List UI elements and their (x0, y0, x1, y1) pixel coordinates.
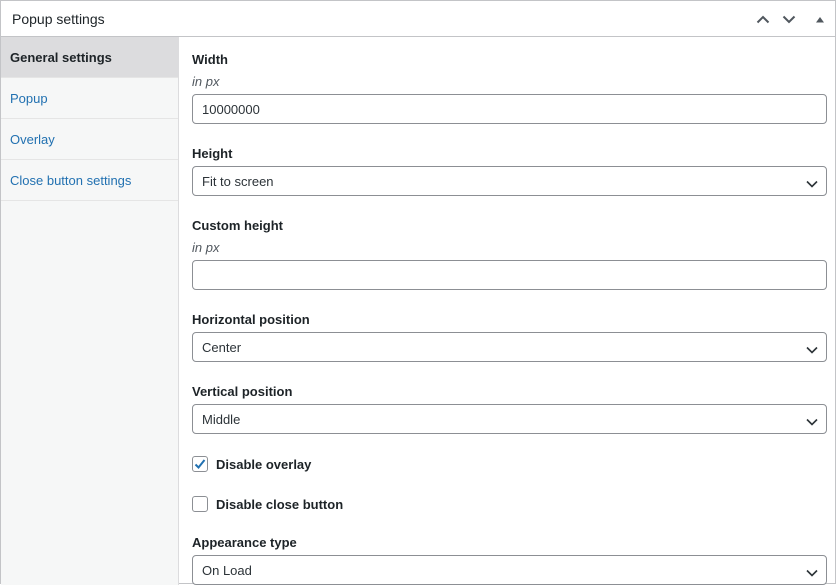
settings-sidebar: General settings Popup Overlay Close but… (1, 37, 179, 585)
disable-close-button-checkbox[interactable] (192, 496, 208, 512)
appearance-type-select[interactable]: On Load (192, 555, 827, 585)
horizontal-position-value: Center (202, 340, 242, 355)
tab-overlay[interactable]: Overlay (1, 119, 178, 160)
disable-overlay-label: Disable overlay (216, 457, 312, 472)
chevron-down-icon (806, 176, 818, 191)
height-select[interactable]: Fit to screen (192, 166, 827, 196)
chevron-down-icon (782, 15, 796, 24)
tab-label: General settings (10, 50, 112, 65)
width-hint: in px (192, 74, 220, 89)
vertical-position-label: Vertical position (192, 384, 293, 399)
panel-header: Popup settings (1, 1, 835, 37)
tab-label: Popup (10, 91, 48, 106)
tab-label: Close button settings (10, 173, 132, 188)
move-up-button[interactable] (753, 9, 773, 29)
tab-popup[interactable]: Popup (1, 78, 178, 119)
tab-close-button-settings[interactable]: Close button settings (1, 160, 178, 201)
width-label: Width (192, 52, 228, 67)
custom-height-input[interactable] (192, 260, 827, 290)
horizontal-position-select[interactable]: Center (192, 332, 827, 362)
chevron-up-icon (756, 15, 770, 24)
disable-overlay-checkbox[interactable] (192, 456, 208, 472)
tab-general-settings[interactable]: General settings (1, 37, 178, 78)
chevron-down-icon (806, 414, 818, 429)
vertical-position-value: Middle (202, 412, 241, 427)
move-down-button[interactable] (779, 9, 799, 29)
toggle-panel-button[interactable] (810, 9, 830, 29)
settings-content: Width in px 10000000 Height Fit to scree… (179, 37, 835, 585)
popup-settings-panel: Popup settings General settings Popup Ov… (0, 0, 836, 585)
chevron-down-icon (806, 342, 818, 357)
appearance-type-value: On Load (202, 563, 252, 578)
disable-close-button-label: Disable close button (216, 497, 344, 512)
chevron-down-icon (806, 565, 818, 580)
appearance-type-label: Appearance type (192, 535, 297, 550)
width-input-value: 10000000 (202, 102, 260, 117)
panel-title: Popup settings (12, 11, 105, 27)
custom-height-label: Custom height (192, 218, 283, 233)
height-label: Height (192, 146, 233, 161)
horizontal-position-label: Horizontal position (192, 312, 310, 327)
tab-label: Overlay (10, 132, 55, 147)
height-select-value: Fit to screen (202, 174, 274, 189)
triangle-up-icon (815, 16, 825, 23)
vertical-position-select[interactable]: Middle (192, 404, 827, 434)
custom-height-hint: in px (192, 240, 220, 255)
width-input[interactable]: 10000000 (192, 94, 827, 124)
